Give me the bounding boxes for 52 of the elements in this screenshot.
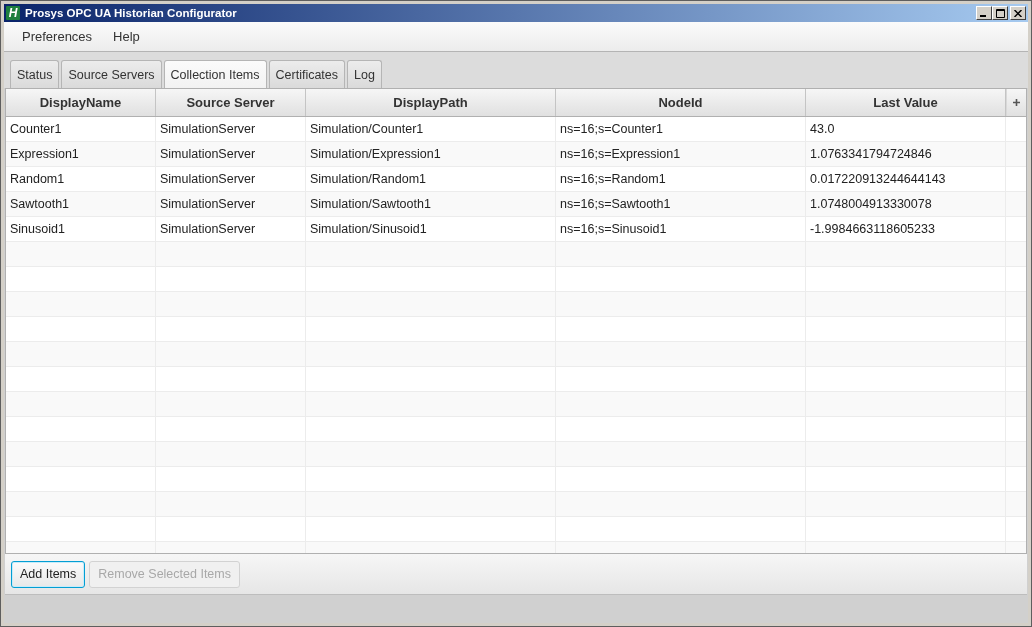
window-title: Prosys OPC UA Historian Configurator <box>25 7 238 19</box>
table-cell: Sinusoid1 <box>6 217 156 241</box>
table-cell: Counter1 <box>6 117 156 141</box>
table-row[interactable]: Counter1 SimulationServer Simulation/Counter1 ns=16;s=Counter1 43.0 <box>6 117 1026 142</box>
table-cell: Sawtooth1 <box>6 192 156 216</box>
table-cell: Random1 <box>6 167 156 191</box>
tab[interactable]: Source Servers <box>61 60 162 88</box>
tab[interactable]: Collection Items <box>163 60 267 88</box>
table-cell: SimulationServer <box>156 192 306 216</box>
table-cell: Simulation/Random1 <box>306 167 556 191</box>
table-row[interactable]: Sawtooth1 SimulationServer Simulation/Sawtooth1 ns=16;s=Sawtooth1 1.0748004913330078 <box>6 192 1026 217</box>
table-row[interactable]: Sinusoid1 SimulationServer Simulation/Sinusoid1 ns=16;s=Sinusoid1 -1.9984663118605233 <box>6 217 1026 242</box>
table-cell: ns=16;s=Sinusoid1 <box>556 217 806 241</box>
tab[interactable]: Certificates <box>268 60 346 88</box>
table-cell: -1.9984663118605233 <box>806 217 1006 241</box>
table-cell: Simulation/Expression1 <box>306 142 556 166</box>
menu-item[interactable]: Preferences <box>12 25 103 48</box>
minimize-button[interactable] <box>976 6 992 20</box>
table-cell: SimulationServer <box>156 142 306 166</box>
table-row[interactable]: Random1 SimulationServer Simulation/Random1 ns=16;s=Random1 0.017220913244644143 <box>6 167 1026 192</box>
column-header[interactable]: DisplayPath <box>306 89 556 116</box>
table-cell: 0.017220913244644143 <box>806 167 1006 191</box>
menu-item[interactable]: Help <box>103 25 150 48</box>
table-cell: 1.0748004913330078 <box>806 192 1006 216</box>
column-menu-button[interactable] <box>1006 89 1026 116</box>
table-cell: SimulationServer <box>156 217 306 241</box>
plus-icon <box>1013 99 1020 106</box>
column-header[interactable]: Source Server <box>156 89 306 116</box>
maximize-button[interactable] <box>992 6 1008 20</box>
tab[interactable]: Status <box>10 60 60 88</box>
app-logo: H <box>6 6 20 20</box>
table-cell: Simulation/Sinusoid1 <box>306 217 556 241</box>
table-cell: 1.0763341794724846 <box>806 142 1006 166</box>
table-row[interactable]: Expression1 SimulationServer Simulation/Expression1 ns=16;s=Expression1 1.0763341794724846 <box>6 142 1026 167</box>
action-button[interactable]: Add Items <box>11 560 86 588</box>
close-icon <box>1014 9 1022 17</box>
table-cell: ns=16;s=Random1 <box>556 167 806 191</box>
maximize-icon <box>995 8 1005 18</box>
tab[interactable]: Log <box>347 60 382 88</box>
column-header[interactable]: Last Value <box>806 89 1006 116</box>
table-cell: Expression1 <box>6 142 156 166</box>
table-cell: 43.0 <box>806 117 1006 141</box>
table-cell: Simulation/Sawtooth1 <box>306 192 556 216</box>
table-cell: ns=16;s=Counter1 <box>556 117 806 141</box>
table-cell: ns=16;s=Expression1 <box>556 142 806 166</box>
table-cell: ns=16;s=Sawtooth1 <box>556 192 806 216</box>
column-header[interactable]: NodeId <box>556 89 806 116</box>
close-button[interactable] <box>1010 6 1026 20</box>
table-cell: SimulationServer <box>156 117 306 141</box>
table-cell: SimulationServer <box>156 167 306 191</box>
table-cell: Simulation/Counter1 <box>306 117 556 141</box>
column-header[interactable]: DisplayName <box>6 89 156 116</box>
